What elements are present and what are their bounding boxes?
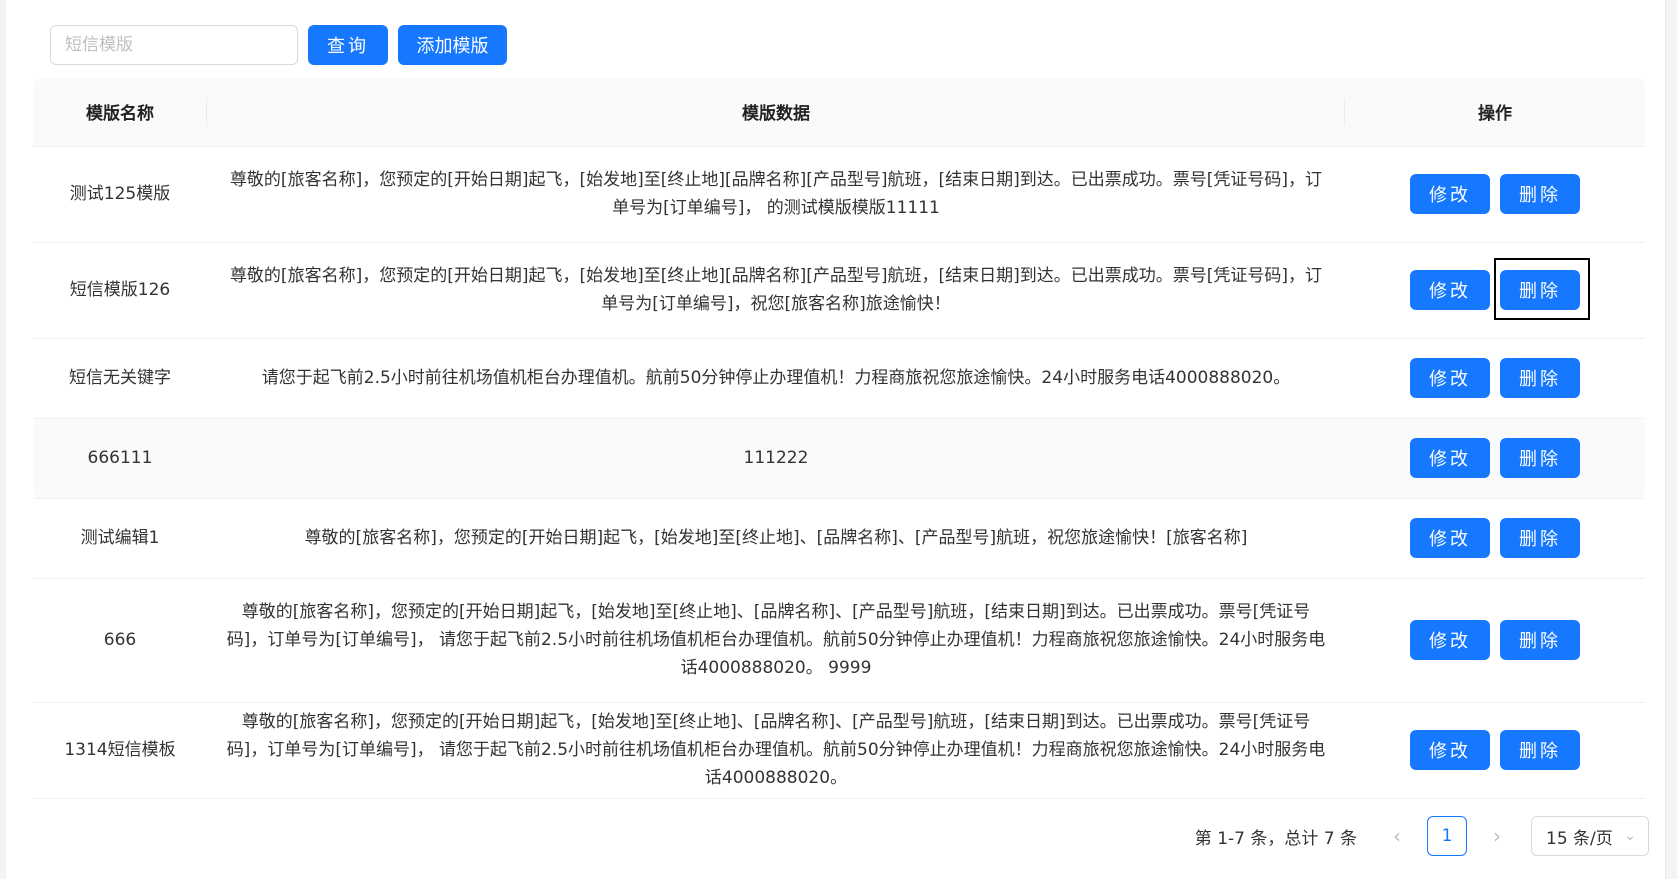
table-header-row: 模版名称 模版数据 操作: [33, 78, 1645, 147]
edit-button[interactable]: 修改: [1410, 358, 1490, 398]
query-button[interactable]: 查询: [308, 25, 388, 65]
add-template-button[interactable]: 添加模版: [398, 25, 507, 65]
row-actions: 修改 删除: [1345, 498, 1645, 579]
chevron-down-icon: ⌄: [1624, 828, 1636, 844]
column-header-data: 模版数据: [207, 78, 1345, 147]
table-row: 1314短信模板 尊敬的[旅客名称]，您预定的[开始日期]起飞，[始发地]至[终…: [33, 702, 1645, 799]
delete-button[interactable]: 删除: [1500, 438, 1580, 478]
edit-button[interactable]: 修改: [1410, 438, 1490, 478]
edit-button[interactable]: 修改: [1410, 174, 1490, 214]
template-name: 测试125模版: [33, 146, 207, 243]
column-header-actions: 操作: [1345, 78, 1645, 147]
row-actions: 修改 删除: [1345, 702, 1645, 799]
template-data: 尊敬的[旅客名称]，您预定的[开始日期]起飞，[始发地]至[终止地]、[品牌名称…: [207, 702, 1345, 799]
pagination: 第 1-7 条，总计 7 条 ‹ 1 › 15 条/页 ⌄: [1195, 816, 1649, 856]
toolbar: 查询 添加模版: [50, 25, 507, 65]
template-name: 测试编辑1: [33, 498, 207, 579]
template-name: 666111: [33, 418, 207, 499]
delete-button[interactable]: 删除: [1500, 174, 1580, 214]
template-data: 111222: [207, 418, 1345, 499]
scrollbar-track[interactable]: [1665, 0, 1677, 879]
table-row: 短信无关键字 请您于起飞前2.5小时前往机场值机柜台办理值机。航前50分钟停止办…: [33, 338, 1645, 419]
delete-button[interactable]: 删除: [1500, 730, 1580, 770]
next-page-icon[interactable]: ›: [1477, 816, 1517, 856]
table-row: 短信模版126 尊敬的[旅客名称]，您预定的[开始日期]起飞，[始发地]至[终止…: [33, 242, 1645, 339]
row-actions: 修改 删除: [1345, 146, 1645, 243]
template-data: 请您于起飞前2.5小时前往机场值机柜台办理值机。航前50分钟停止办理值机！力程商…: [207, 338, 1345, 419]
template-name: 1314短信模板: [33, 702, 207, 799]
page-size-value: 15 条/页: [1546, 828, 1613, 849]
delete-button[interactable]: 删除: [1500, 518, 1580, 558]
focused-delete-wrapper: 删除: [1494, 258, 1590, 320]
template-data: 尊敬的[旅客名称]，您预定的[开始日期]起飞，[始发地]至[终止地]、[品牌名称…: [207, 498, 1345, 579]
delete-button[interactable]: 删除: [1500, 358, 1580, 398]
pagination-total: 第 1-7 条，总计 7 条: [1194, 828, 1357, 849]
edit-button[interactable]: 修改: [1410, 730, 1490, 770]
row-actions: 修改 删除: [1345, 242, 1645, 339]
search-input[interactable]: [50, 25, 298, 65]
column-header-name: 模版名称: [33, 78, 207, 147]
delete-button[interactable]: 删除: [1500, 620, 1580, 660]
row-actions: 修改 删除: [1345, 578, 1645, 703]
template-data: 尊敬的[旅客名称]，您预定的[开始日期]起飞，[始发地]至[终止地][品牌名称]…: [207, 242, 1345, 339]
delete-button[interactable]: 删除: [1500, 270, 1580, 310]
page-number-current[interactable]: 1: [1427, 816, 1467, 856]
table-row: 666 尊敬的[旅客名称]，您预定的[开始日期]起飞，[始发地]至[终止地]、[…: [33, 578, 1645, 703]
template-table: 模版名称 模版数据 操作 测试125模版 尊敬的[旅客名称]，您预定的[开始日期…: [33, 78, 1645, 799]
template-data: 尊敬的[旅客名称]，您预定的[开始日期]起飞，[始发地]至[终止地][品牌名称]…: [207, 146, 1345, 243]
left-edge: [0, 0, 6, 879]
table-row: 测试125模版 尊敬的[旅客名称]，您预定的[开始日期]起飞，[始发地]至[终止…: [33, 146, 1645, 243]
prev-page-icon[interactable]: ‹: [1377, 816, 1417, 856]
page-size-select[interactable]: 15 条/页 ⌄: [1531, 816, 1649, 856]
template-name: 短信模版126: [33, 242, 207, 339]
row-actions: 修改 删除: [1345, 418, 1645, 499]
table-row: 666111 111222 修改 删除: [33, 418, 1645, 499]
edit-button[interactable]: 修改: [1410, 620, 1490, 660]
template-data: 尊敬的[旅客名称]，您预定的[开始日期]起飞，[始发地]至[终止地]、[品牌名称…: [207, 578, 1345, 703]
template-name: 短信无关键字: [33, 338, 207, 419]
template-name: 666: [33, 578, 207, 703]
table-row: 测试编辑1 尊敬的[旅客名称]，您预定的[开始日期]起飞，[始发地]至[终止地]…: [33, 498, 1645, 579]
edit-button[interactable]: 修改: [1410, 270, 1490, 310]
edit-button[interactable]: 修改: [1410, 518, 1490, 558]
page: 查询 添加模版 模版名称 模版数据 操作 测试125模版 尊敬的[旅客名称]，您…: [0, 0, 1677, 879]
row-actions: 修改 删除: [1345, 338, 1645, 419]
